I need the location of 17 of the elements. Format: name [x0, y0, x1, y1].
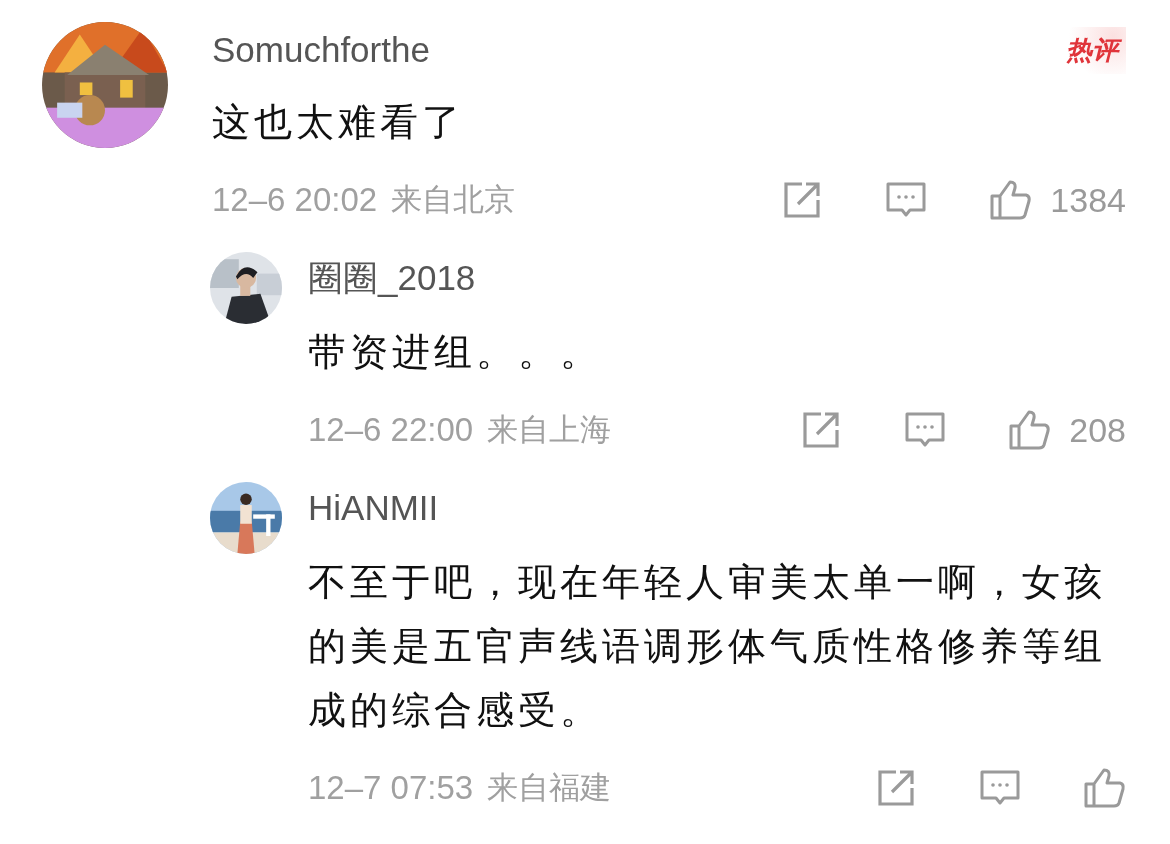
- comment-text: 这也太难看了: [212, 99, 465, 146]
- comment-time: 12–7 07:53: [308, 769, 474, 807]
- username[interactable]: 圈圈_2018: [308, 254, 476, 302]
- thumbs-up-icon[interactable]: [1082, 766, 1126, 810]
- username[interactable]: HiANMII: [308, 488, 439, 528]
- comment-time: 12–6 20:02: [212, 181, 378, 219]
- comment-text: 带资进组。。。: [308, 329, 603, 376]
- thumbs-up-icon[interactable]: [988, 178, 1033, 222]
- location-text: 来自福建: [487, 768, 612, 807]
- thumbs-up-icon[interactable]: [1007, 408, 1052, 452]
- location-text: 来自上海: [487, 410, 612, 449]
- comment-text: 不至于吧，现在年轻人审美太单一啊，女孩的美是五官声线语调形体气质性格修养等组成的综合感受。: [308, 559, 1107, 734]
- location-text: 来自北京: [391, 180, 516, 219]
- like-count: 1384: [1050, 180, 1126, 220]
- like-count: 208: [1069, 410, 1126, 450]
- username[interactable]: Somuchforthe: [212, 30, 430, 70]
- comment-time: 12–6 22:00: [308, 411, 474, 449]
